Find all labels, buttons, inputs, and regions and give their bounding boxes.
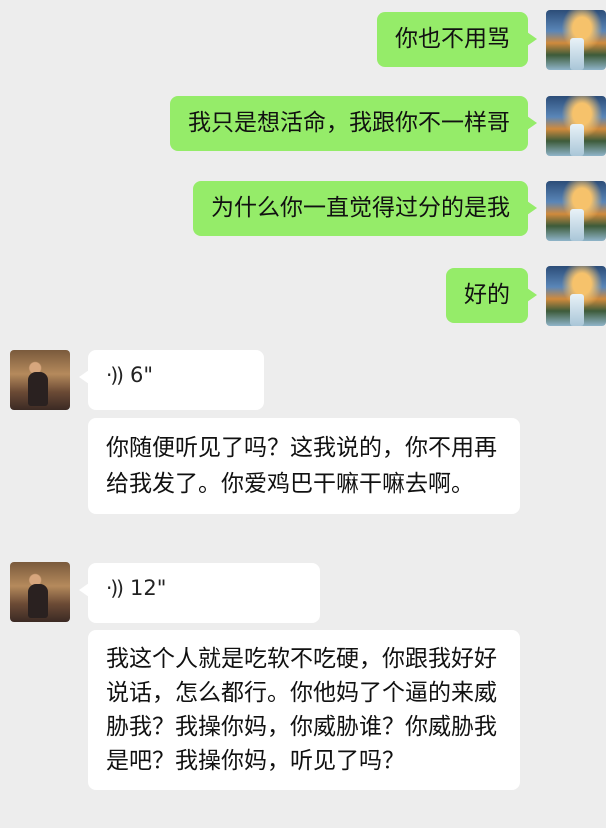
contact-avatar[interactable]: [10, 350, 70, 410]
my-avatar[interactable]: [546, 96, 606, 156]
outgoing-message[interactable]: 我只是想活命，我跟你不一样哥: [170, 96, 537, 151]
outgoing-message[interactable]: 为什么你一直觉得过分的是我: [193, 181, 537, 236]
incoming-message[interactable]: 我这个人就是吃软不吃硬，你跟我好好说话，怎么都行。你他妈了个逼的来威胁我？我操你…: [88, 630, 520, 790]
incoming-message[interactable]: 你随便听见了吗？这我说的，你不用再给我发了。你爱鸡巴干嘛干嘛去啊。: [88, 418, 520, 514]
voice-message[interactable]: ·)) 6": [79, 350, 264, 410]
outgoing-message[interactable]: 你也不用骂: [377, 12, 537, 67]
voice-message[interactable]: ·)) 12": [79, 563, 320, 623]
my-avatar[interactable]: [546, 266, 606, 326]
my-avatar[interactable]: [546, 181, 606, 241]
outgoing-message[interactable]: 好的: [446, 268, 537, 323]
voice-wave-icon: ·)): [106, 363, 124, 387]
contact-avatar[interactable]: [10, 562, 70, 622]
voice-duration: 12": [129, 576, 167, 600]
voice-wave-icon: ·)): [106, 576, 124, 600]
my-avatar[interactable]: [546, 10, 606, 70]
voice-duration: 6": [129, 363, 153, 387]
